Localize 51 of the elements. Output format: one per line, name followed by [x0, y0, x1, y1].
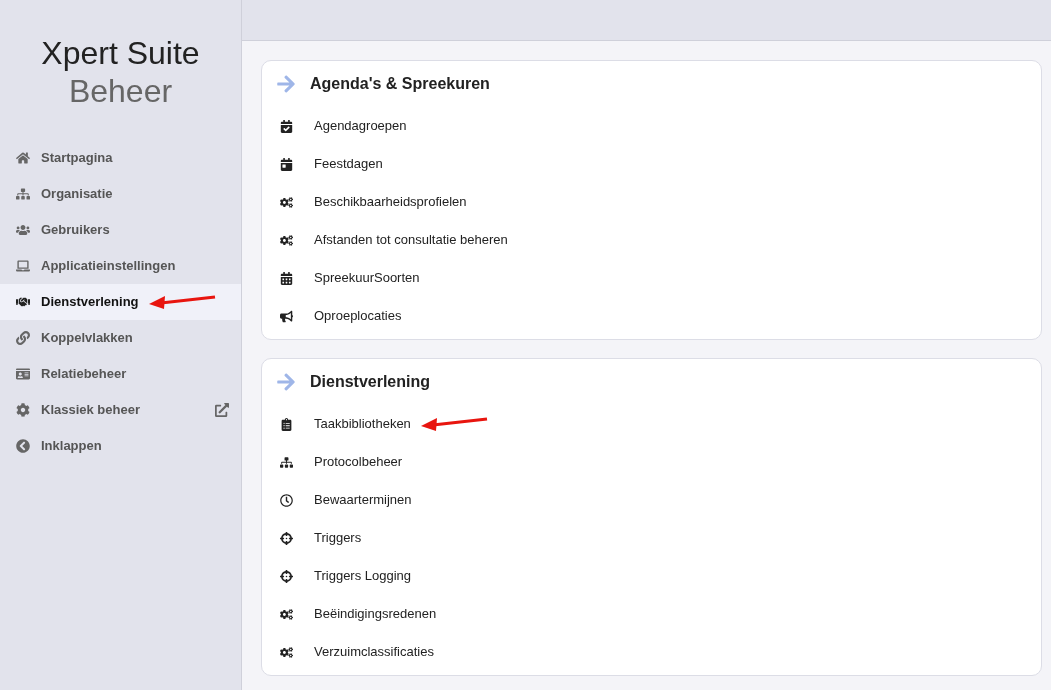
external-link-icon[interactable]: [215, 403, 229, 417]
sidebar-item[interactable]: Koppelvlakken: [0, 320, 241, 356]
laptop-icon: [16, 259, 30, 273]
gears-icon: [280, 645, 293, 659]
menu-link[interactable]: Triggers: [314, 528, 362, 548]
menu-link[interactable]: Protocolbeheer: [314, 452, 403, 472]
sidebar-item[interactable]: Applicatieinstellingen: [0, 248, 241, 284]
calendar-icon: [280, 271, 293, 285]
calendar-icon: [280, 157, 293, 171]
handshake-icon: [16, 295, 30, 309]
id-card-icon: [16, 367, 30, 381]
sidebar-item[interactable]: Klassiek beheer: [0, 392, 241, 428]
section-title: Agenda's & Spreekuren: [310, 74, 490, 94]
clipboard-icon: [280, 417, 293, 431]
menu-link[interactable]: Oproeplocaties: [314, 306, 402, 326]
menu-link[interactable]: SpreekuurSoorten: [314, 268, 420, 288]
menu-link[interactable]: Bewaartermijnen: [314, 490, 412, 510]
menu-link[interactable]: Triggers Logging: [314, 566, 412, 586]
sidebar-item[interactable]: Organisatie: [0, 176, 241, 212]
gears-icon: [280, 233, 293, 247]
sidebar-item[interactable]: Startpagina: [0, 140, 241, 176]
menu-link[interactable]: Agendagroepen: [314, 116, 407, 136]
menu-link[interactable]: Afstanden tot consultatie beheren: [314, 230, 508, 250]
gears-icon: [280, 195, 293, 209]
app-subtitle: Beheer: [68, 72, 173, 110]
sidebar-item[interactable]: Relatiebeheer: [0, 356, 241, 392]
calendar-icon: [280, 119, 293, 133]
app-title: Xpert Suite: [41, 34, 200, 72]
menu-link[interactable]: Beëindigingsredenen: [314, 604, 437, 624]
menu-link[interactable]: Beschikbaarheidsprofielen: [314, 192, 467, 212]
arrow-right-icon: [276, 372, 296, 392]
megaphone-icon: [280, 309, 293, 323]
sidebar-item[interactable]: Inklappen: [0, 428, 241, 464]
menu-link[interactable]: Verzuimclassificaties: [314, 642, 434, 662]
section-title: Dienstverlening: [310, 372, 431, 392]
menu-link[interactable]: Feestdagen: [314, 154, 383, 174]
sidebar-item[interactable]: Gebruikers: [0, 212, 241, 248]
chevron-left-icon: [16, 439, 30, 453]
users-icon: [16, 223, 30, 237]
sidebar-item[interactable]: Dienstverlening: [0, 284, 241, 320]
sitemap-icon: [16, 187, 30, 201]
settings-icon: [16, 403, 30, 417]
crosshair-icon: [280, 531, 293, 545]
arrow-right-icon: [276, 74, 296, 94]
clock-icon: [280, 493, 293, 507]
sitemap-icon: [280, 455, 293, 469]
menu-link[interactable]: Taakbibliotheken: [314, 414, 411, 434]
gears-icon: [280, 607, 293, 621]
home-icon: [16, 151, 30, 165]
link-icon: [16, 331, 30, 345]
crosshair-icon: [280, 569, 293, 583]
